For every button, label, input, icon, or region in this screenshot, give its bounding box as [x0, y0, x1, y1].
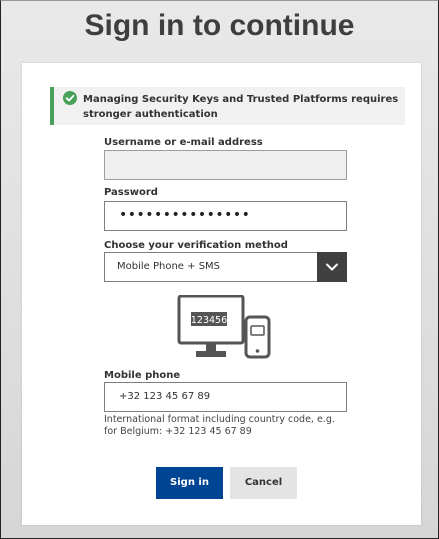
- sign-in-button[interactable]: Sign in: [156, 467, 223, 499]
- mobile-phone-input[interactable]: +32 123 45 67 89: [104, 382, 347, 412]
- success-check-icon: [63, 91, 77, 105]
- password-value: •••••••••••••••: [119, 207, 251, 223]
- verification-method-value: Mobile Phone + SMS: [117, 261, 221, 272]
- username-label: Username or e-mail address: [104, 137, 263, 148]
- alert-message: Managing Security Keys and Trusted Platf…: [83, 94, 399, 120]
- info-alert: Managing Security Keys and Trusted Platf…: [50, 87, 405, 125]
- verification-method-label: Choose your verification method: [104, 240, 288, 251]
- password-label: Password: [104, 187, 158, 198]
- page-title: Sign in to continue: [84, 9, 355, 42]
- password-input[interactable]: •••••••••••••••: [104, 201, 347, 231]
- verification-method-select[interactable]: Mobile Phone + SMS: [104, 252, 347, 282]
- computer-and-phone-icon: 123456: [177, 295, 271, 359]
- phone-format-hint: International format including country c…: [104, 414, 335, 437]
- signin-card: Managing Security Keys and Trusted Platf…: [22, 63, 421, 525]
- mobile-phone-label: Mobile phone: [104, 370, 181, 381]
- monitor-code: 123456: [191, 315, 227, 326]
- chevron-down-icon: [326, 263, 338, 271]
- username-input[interactable]: [104, 150, 347, 180]
- page-frame: Sign in to continue Managing Security Ke…: [0, 0, 439, 539]
- mobile-phone-value: +32 123 45 67 89: [119, 391, 211, 402]
- dropdown-toggle[interactable]: [317, 252, 347, 282]
- cancel-button[interactable]: Cancel: [230, 467, 297, 499]
